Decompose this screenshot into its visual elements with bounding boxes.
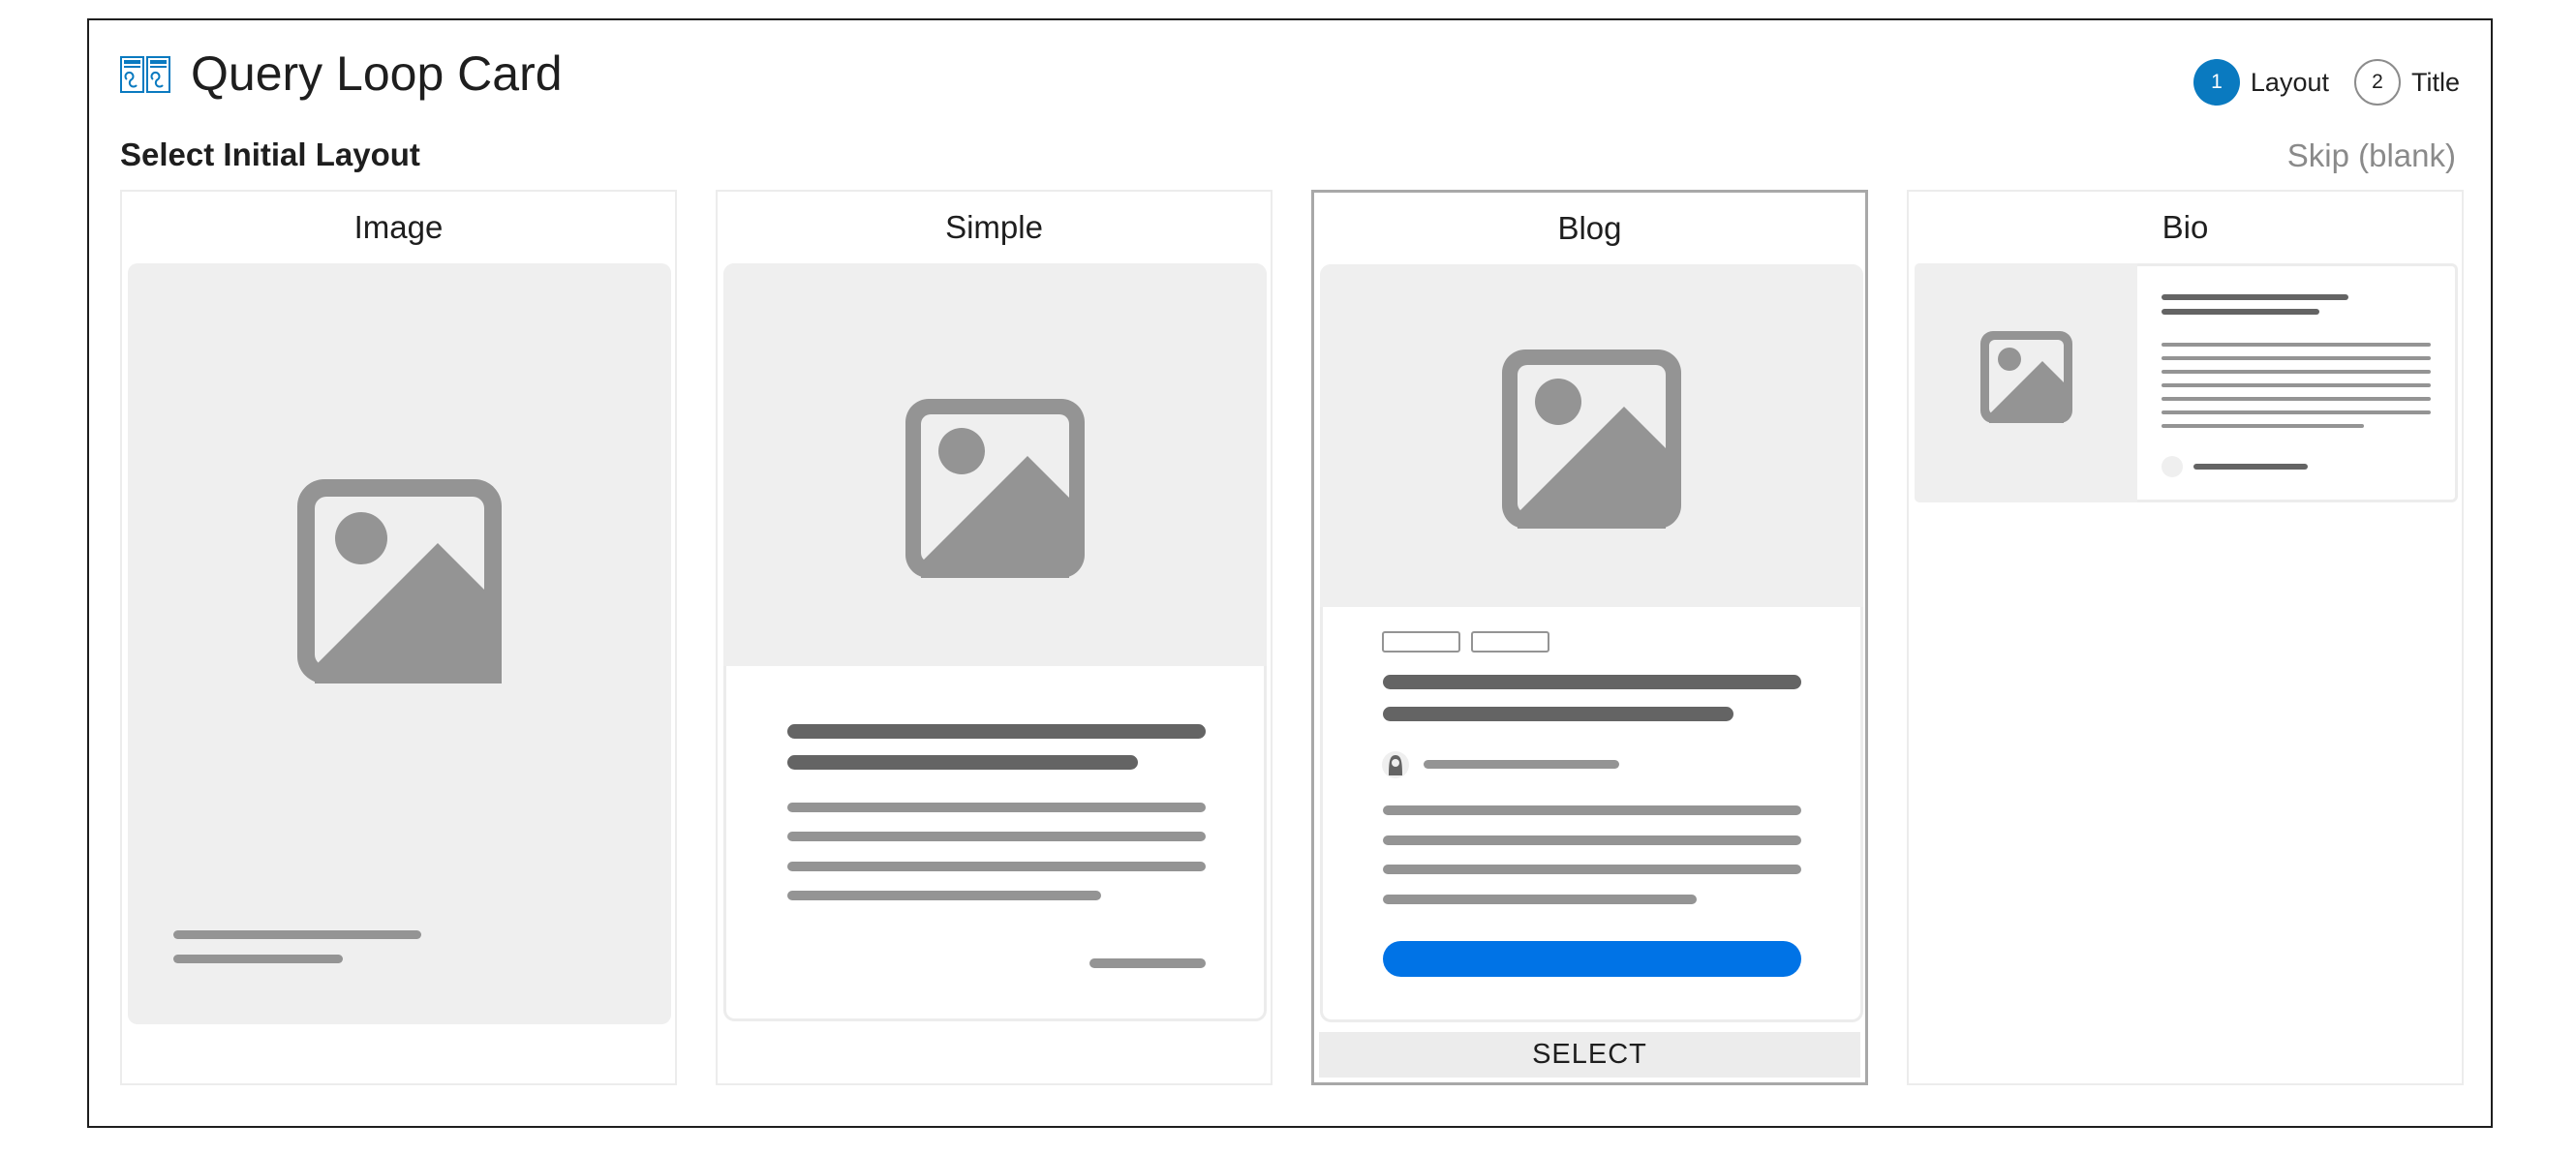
image-placeholder-icon: [905, 399, 1085, 578]
image-placeholder-icon: [1980, 331, 2072, 423]
image-placeholder-icon: [1502, 349, 1681, 529]
layout-option-simple[interactable]: Simple: [716, 190, 1273, 1085]
step-1-label[interactable]: Layout: [2251, 68, 2329, 98]
image-placeholder-icon: [297, 479, 502, 683]
skip-blank-button[interactable]: Skip (blank): [2287, 137, 2456, 174]
layout-preview-simple: [723, 263, 1267, 1021]
step-indicator: 1 Layout 2 Title: [2193, 58, 2460, 106]
layout-name: Blog: [1557, 210, 1622, 246]
select-button[interactable]: SELECT: [1319, 1032, 1860, 1078]
modal-title: Query Loop Card: [191, 46, 563, 101]
query-loop-card-icon: [120, 56, 170, 93]
layout-name: Image: [353, 209, 444, 245]
step-2-badge[interactable]: 2: [2353, 59, 2401, 106]
layout-name: Simple: [945, 209, 1043, 245]
layout-preview-blog: [1320, 264, 1863, 1022]
layout-option-image[interactable]: Image: [120, 190, 677, 1085]
step-2-label[interactable]: Title: [2411, 68, 2460, 98]
section-heading: Select Initial Layout: [120, 137, 420, 172]
layout-name: Bio: [2162, 209, 2209, 245]
query-loop-card-modal: Query Loop Card 1 Layout 2 Title Select …: [87, 18, 2493, 1128]
layout-option-bio[interactable]: Bio: [1907, 190, 2464, 1085]
step-1-badge[interactable]: 1: [2193, 59, 2240, 106]
layout-option-blog[interactable]: Blog SELECT: [1311, 190, 1868, 1085]
author-avatar-icon: [1382, 751, 1409, 778]
layout-preview-bio: [1915, 263, 2458, 502]
layout-preview-image: [128, 263, 671, 1024]
